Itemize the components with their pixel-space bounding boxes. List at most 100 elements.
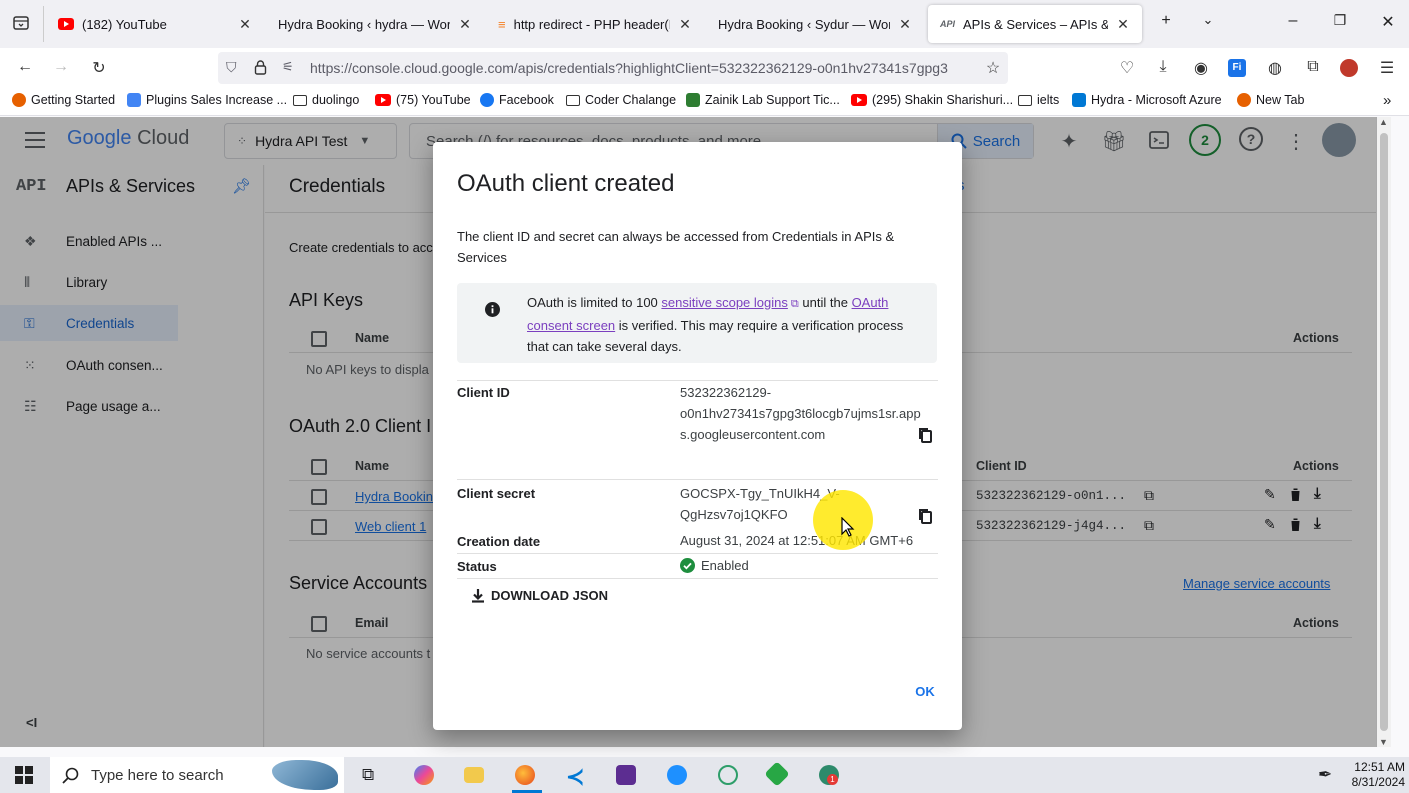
copilot-icon[interactable] — [414, 765, 434, 785]
tab-overflow-chevron-icon[interactable]: ⌄ — [1196, 12, 1220, 28]
close-icon[interactable]: ✕ — [1116, 16, 1130, 33]
scroll-down-icon[interactable]: ▼ — [1379, 737, 1388, 747]
system-clock[interactable]: 12:51 AM 8/31/2024 — [1345, 760, 1405, 790]
forward-icon[interactable]: → — [50, 58, 72, 76]
tab-youtube[interactable]: (182) YouTube ✕ — [46, 5, 264, 43]
copy-client-id-icon[interactable] — [918, 427, 934, 443]
lock-icon — [254, 60, 267, 75]
firefox-icon — [1237, 93, 1251, 107]
tab-apis-services[interactable]: API APIs & Services – APIs & Services ✕ — [928, 5, 1142, 43]
azure-icon — [1072, 93, 1086, 107]
window-close-icon[interactable]: ✕ — [1376, 12, 1400, 32]
sensitive-scope-logins-link[interactable]: sensitive scope logins — [661, 295, 787, 310]
task-view-icon[interactable]: ⧉ — [362, 765, 374, 785]
facebook-icon — [480, 93, 494, 107]
back-icon[interactable]: ← — [14, 58, 36, 76]
close-icon[interactable]: ✕ — [458, 16, 472, 33]
copy-client-secret-icon[interactable] — [918, 508, 934, 524]
app-refresh-icon[interactable] — [718, 765, 738, 785]
windows-taskbar: Type here to search ⧉ ≺ 1 ✒ 12:51 AM 8/3… — [0, 757, 1409, 793]
bookmark-getting-started[interactable]: Getting Started — [12, 93, 115, 107]
extension-fi-icon[interactable]: Fi — [1228, 59, 1246, 77]
oauth-created-dialog: OAuth client created The client ID and s… — [433, 142, 962, 730]
restore-icon[interactable]: ❐ — [1328, 12, 1352, 29]
bookmark-youtube[interactable]: (75) YouTube — [375, 93, 471, 107]
close-icon[interactable]: ✕ — [898, 16, 912, 33]
profile-avatar-icon[interactable] — [1340, 59, 1358, 77]
client-id-label: Client ID — [457, 385, 510, 400]
new-tab-icon[interactable]: + — [1154, 12, 1178, 30]
creation-date-value: August 31, 2024 at 12:51:07 AM GMT+6 — [680, 533, 914, 548]
pen-icon[interactable]: ✒ — [1318, 765, 1332, 785]
app-blue-circle-icon[interactable] — [667, 765, 687, 785]
menu-hamburger-icon[interactable]: ☰ — [1376, 58, 1398, 78]
bookmarks-bar: Getting Started Plugins Sales Increase .… — [0, 88, 1409, 116]
search-icon — [62, 767, 79, 784]
globe-icon[interactable]: ◍ — [1264, 58, 1286, 78]
youtube-icon — [851, 94, 867, 106]
external-link-icon: ⧉ — [787, 298, 799, 310]
shield-icon: ⛉ — [226, 59, 237, 75]
oauth-limit-notice: OAuth is limited to 100 sensitive scope … — [457, 283, 937, 363]
notification-dot: 1 — [827, 774, 838, 785]
youtube-icon — [58, 18, 74, 30]
close-icon[interactable]: ✕ — [678, 16, 692, 33]
browser-tab-bar: (182) YouTube ✕ Hydra Booking ‹ hydra — … — [0, 0, 1409, 48]
zainik-icon — [686, 93, 700, 107]
minimize-icon[interactable]: – — [1281, 12, 1305, 30]
taskbar-search[interactable]: Type here to search — [50, 757, 344, 793]
search-highlight-whale-icon — [272, 760, 338, 790]
folder-icon — [1018, 94, 1032, 106]
taskbar-search-input[interactable]: Type here to search — [91, 767, 224, 784]
app-green-diamond-icon[interactable] — [764, 761, 790, 787]
youtube-icon — [375, 94, 391, 106]
bookmark-zainik-lab[interactable]: Zainik Lab Support Tic... — [686, 93, 840, 107]
windows-start-icon[interactable] — [15, 766, 33, 784]
extensions-icon[interactable]: ⧉ — [1302, 58, 1324, 76]
stackoverflow-icon: ≡ — [498, 16, 506, 32]
pocket-icon[interactable]: ♡ — [1116, 58, 1138, 78]
download-json-button[interactable]: DOWNLOAD JSON — [471, 588, 608, 603]
folder-icon — [293, 94, 307, 106]
bookmark-shakin-youtube[interactable]: (295) Shakin Sharishuri... — [851, 93, 1013, 107]
ok-button[interactable]: OK — [903, 684, 947, 704]
close-icon[interactable]: ✕ — [238, 16, 252, 33]
bookmarks-overflow-icon[interactable]: » — [1383, 92, 1391, 109]
bookmark-coder-chalange[interactable]: Coder Chalange — [566, 93, 676, 107]
page-scrollbar[interactable]: ▲ ▼ — [1377, 117, 1391, 747]
api-tab-icon: API — [940, 19, 956, 29]
tab-hydra-sydur[interactable]: Hydra Booking ‹ Sydur — WordPress ✕ — [706, 5, 924, 43]
url-bar[interactable]: ⛉ ⚟ https://console.cloud.google.com/api… — [218, 52, 1008, 84]
bookmark-hydra-azure[interactable]: Hydra - Microsoft Azure — [1072, 93, 1222, 107]
permissions-icon: ⚟ — [282, 59, 294, 74]
vscode-icon[interactable]: ≺ — [566, 764, 584, 790]
folder-icon — [566, 94, 580, 106]
bookmark-facebook[interactable]: Facebook — [480, 93, 554, 107]
bookmark-ielts[interactable]: ielts — [1018, 93, 1059, 107]
bookmark-new-tab[interactable]: New Tab — [1237, 93, 1304, 107]
status-value: Enabled — [680, 555, 749, 576]
dialog-title: OAuth client created — [457, 170, 675, 197]
scrollbar-thumb[interactable] — [1380, 133, 1388, 731]
tab-list-icon[interactable] — [12, 14, 30, 32]
firefox-icon — [12, 93, 26, 107]
url-text: https://console.cloud.google.com/apis/cr… — [310, 60, 948, 76]
browser-nav-bar: ← → ↻ ⛉ ⚟ https://console.cloud.google.c… — [0, 48, 1409, 88]
bookmark-star-icon[interactable]: ☆ — [982, 58, 1004, 78]
tab-hydra-wp[interactable]: Hydra Booking ‹ hydra — WordPress ✕ — [266, 5, 484, 43]
account-icon[interactable]: ◉ — [1190, 58, 1212, 78]
download-icon — [471, 588, 485, 603]
docs-icon — [127, 93, 141, 107]
client-id-value[interactable]: 532322362129- o0n1hv27341s7gpg3t6locgb7u… — [680, 382, 921, 445]
scroll-up-icon[interactable]: ▲ — [1379, 117, 1388, 127]
tab-php-redirect[interactable]: ≡ http redirect - PHP header(Location) ✕ — [486, 5, 704, 43]
bookmark-duolingo[interactable]: duolingo — [293, 93, 359, 107]
file-explorer-icon[interactable] — [464, 767, 484, 783]
downloads-icon[interactable]: ⤓ — [1152, 58, 1174, 76]
visual-studio-icon[interactable] — [616, 765, 636, 785]
firefox-icon[interactable] — [515, 765, 535, 785]
bookmark-plugins-sales[interactable]: Plugins Sales Increase ... — [127, 93, 287, 107]
dialog-subtitle: The client ID and secret can always be a… — [457, 229, 895, 265]
reload-icon[interactable]: ↻ — [88, 58, 110, 78]
info-icon — [485, 302, 500, 317]
